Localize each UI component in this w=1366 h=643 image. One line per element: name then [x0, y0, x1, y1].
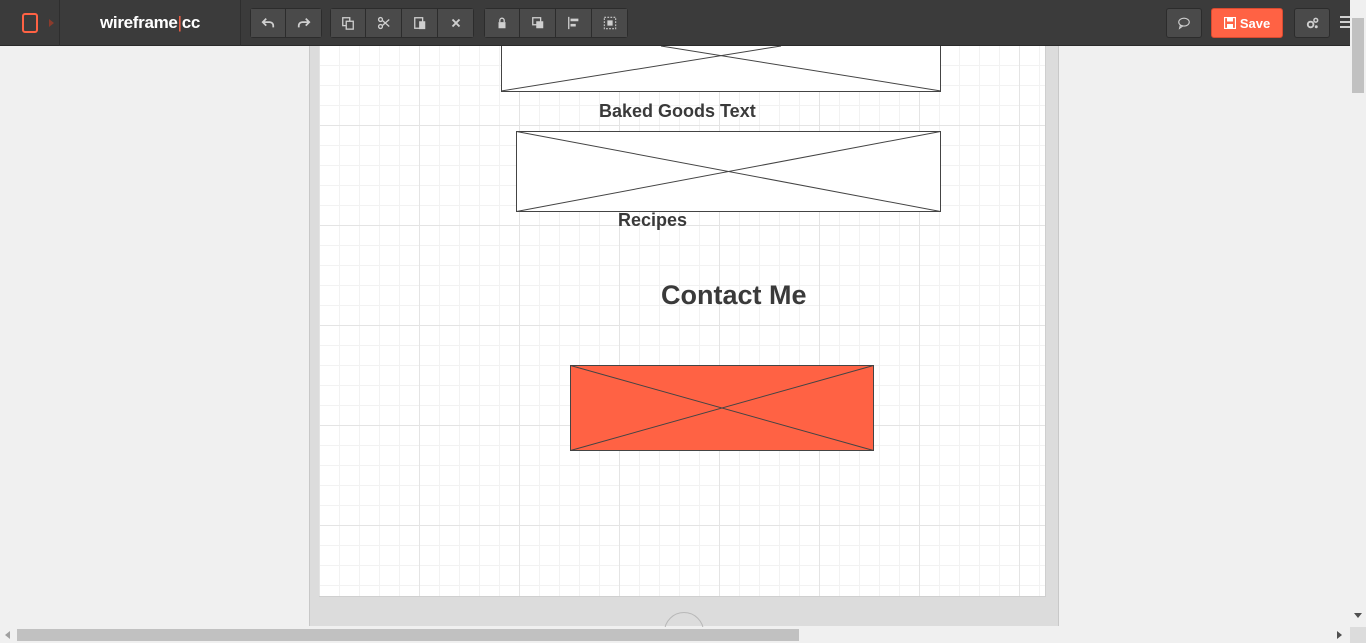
copy-button[interactable] [330, 8, 366, 38]
tablet-icon [22, 13, 38, 33]
comment-icon [1178, 17, 1190, 30]
cut-icon [377, 16, 390, 30]
horizontal-scroll-thumb[interactable] [17, 629, 799, 641]
top-toolbar: wireframe|cc Save [0, 0, 1366, 46]
delete-button[interactable] [438, 8, 474, 38]
save-button[interactable]: Save [1211, 8, 1283, 38]
vertical-scroll-thumb[interactable] [1352, 18, 1364, 93]
caret-right-icon [49, 19, 54, 27]
recipes-label[interactable]: Recipes [618, 210, 687, 231]
scroll-right-arrow-icon[interactable] [1337, 631, 1342, 639]
scroll-down-arrow-icon[interactable] [1354, 613, 1362, 618]
image-placeholder-top[interactable] [501, 46, 941, 92]
paste-icon [413, 17, 425, 30]
app-logo: wireframe|cc [60, 0, 241, 46]
floppy-icon [1223, 17, 1236, 29]
paste-button[interactable] [402, 8, 438, 38]
logo-text-main: wireframe [99, 13, 178, 32]
comment-button[interactable] [1166, 8, 1202, 38]
save-label: Save [1239, 15, 1271, 31]
redo-icon [297, 18, 310, 28]
settings-icon [1306, 17, 1318, 28]
undo-button[interactable] [250, 8, 286, 38]
vertical-scrollbar[interactable] [1350, 0, 1366, 627]
baked-goods-text-label[interactable]: Baked Goods Text [599, 101, 756, 122]
edit-button-group [330, 8, 474, 38]
group-button[interactable] [592, 8, 628, 38]
menu-icon[interactable] [1340, 16, 1350, 30]
wireframe-canvas[interactable] [319, 46, 1046, 597]
history-button-group [250, 8, 322, 38]
settings-button[interactable] [1294, 8, 1330, 38]
logo-text-cc: cc [181, 13, 201, 32]
scrollbar-corner [1350, 627, 1366, 643]
cut-button[interactable] [366, 8, 402, 38]
undo-icon [261, 18, 275, 28]
image-placeholder-middle[interactable] [516, 131, 941, 212]
contact-me-heading[interactable]: Contact Me [661, 280, 807, 311]
redo-button[interactable] [286, 8, 322, 38]
horizontal-scrollbar[interactable] [0, 627, 1350, 643]
align-icon [567, 16, 578, 30]
delete-icon [451, 18, 460, 28]
group-icon [603, 16, 616, 30]
bring-front-button[interactable] [520, 8, 556, 38]
copy-icon [342, 17, 354, 30]
arrange-button-group [484, 8, 628, 38]
contact-button-placeholder[interactable] [570, 365, 875, 451]
scroll-left-arrow-icon[interactable] [5, 631, 10, 639]
lock-icon [498, 17, 506, 29]
device-selector-button[interactable] [0, 0, 60, 46]
bring-front-icon [531, 17, 543, 29]
lock-button[interactable] [484, 8, 520, 38]
align-button[interactable] [556, 8, 592, 38]
